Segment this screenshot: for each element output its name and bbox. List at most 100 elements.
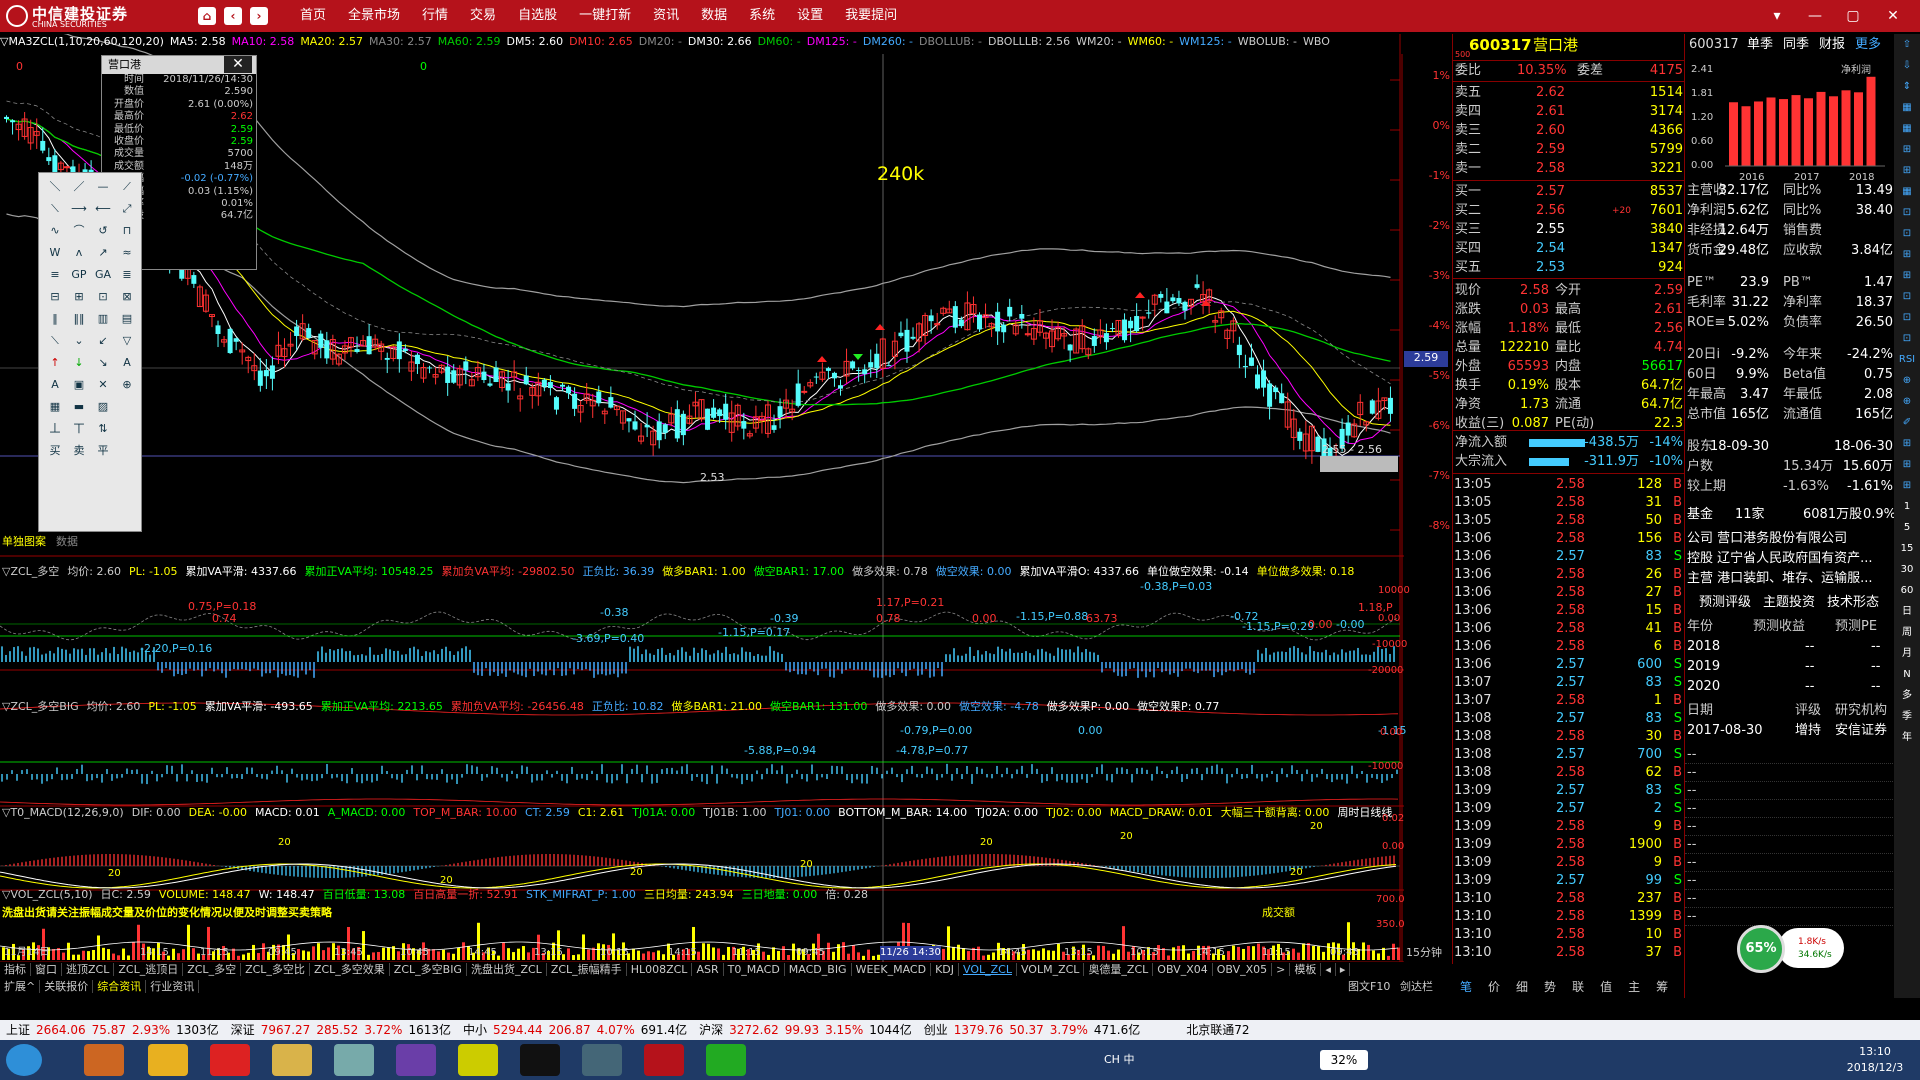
- menu-item[interactable]: 交易: [470, 0, 496, 32]
- sidebar-icon[interactable]: ⊞: [1894, 164, 1920, 178]
- draw-tool-icon[interactable]: ≡: [43, 267, 67, 283]
- app-cmd-icon[interactable]: [520, 1044, 560, 1076]
- sidebar-icon[interactable]: ⊡: [1894, 332, 1920, 346]
- tab-indicator[interactable]: WEEK_MACD: [851, 963, 932, 976]
- close-icon[interactable]: ✕: [1874, 0, 1912, 32]
- draw-tool-icon[interactable]: ↺: [91, 223, 115, 239]
- draw-tool-icon[interactable]: ▨: [91, 399, 115, 415]
- sidebar-icon[interactable]: ⊞: [1894, 437, 1920, 451]
- draw-tool-icon[interactable]: ∿: [43, 223, 67, 239]
- sidebar-icon[interactable]: ▦: [1894, 185, 1920, 199]
- draw-tool-icon[interactable]: ▤: [115, 311, 139, 327]
- app-folder-icon[interactable]: [272, 1044, 312, 1076]
- sidebar-icon[interactable]: 60: [1894, 584, 1920, 598]
- menu-item[interactable]: 行情: [422, 0, 448, 32]
- tab-indicator[interactable]: ZCL_多空: [183, 963, 242, 976]
- draw-tool-icon[interactable]: ↙: [91, 333, 115, 349]
- draw-tool-icon[interactable]: ▦: [43, 399, 67, 415]
- tab-indicator[interactable]: ▸: [1335, 963, 1351, 976]
- sidebar-icon[interactable]: 月: [1894, 647, 1920, 661]
- draw-tool-icon[interactable]: ↘: [91, 355, 115, 371]
- sidebar-icon[interactable]: ⇧: [1894, 38, 1920, 52]
- sidebar-icon[interactable]: ⊡: [1894, 290, 1920, 304]
- draw-tool-icon[interactable]: 买: [43, 443, 67, 459]
- app-vs-icon[interactable]: [396, 1044, 436, 1076]
- tab-info[interactable]: 关联报价: [40, 980, 94, 993]
- sidebar-icon[interactable]: ⊡: [1894, 227, 1920, 241]
- tab-indicator[interactable]: VOLM_ZCL: [1016, 963, 1085, 976]
- tab-info[interactable]: 扩展^: [0, 980, 41, 993]
- tab-info[interactable]: 综合资讯: [93, 980, 147, 993]
- forward-icon[interactable]: ›: [250, 7, 268, 25]
- draw-tool-icon[interactable]: ↗: [91, 245, 115, 261]
- sidebar-icon[interactable]: ⊞: [1894, 143, 1920, 157]
- sidebar-icon[interactable]: 1: [1894, 500, 1920, 514]
- sidebar-icon[interactable]: ⊞: [1894, 458, 1920, 472]
- close-icon[interactable]: ✕: [224, 56, 252, 73]
- sidebar-icon[interactable]: ⊞: [1894, 269, 1920, 283]
- menu-item[interactable]: 自选股: [518, 0, 557, 32]
- sidebar-icon[interactable]: ⊞: [1894, 248, 1920, 262]
- sidebar-icon[interactable]: ⊡: [1894, 311, 1920, 325]
- tab-indicator[interactable]: 奥德量_ZCL: [1084, 963, 1154, 976]
- draw-tool-icon[interactable]: ▽: [115, 333, 139, 349]
- draw-tool-icon[interactable]: ⟵: [91, 201, 115, 217]
- sidebar-icon[interactable]: 多: [1894, 689, 1920, 703]
- sidebar-icon[interactable]: N: [1894, 668, 1920, 682]
- draw-tool-icon[interactable]: ⊠: [115, 289, 139, 305]
- draw-tool-icon[interactable]: —: [91, 179, 115, 195]
- draw-tool-icon[interactable]: ⊡: [91, 289, 115, 305]
- draw-tool-icon[interactable]: ⟶: [67, 201, 91, 217]
- tab-indicator[interactable]: ZCL_多空比: [241, 963, 310, 976]
- sidebar-icon[interactable]: RSI: [1894, 353, 1920, 367]
- draw-toolbox[interactable]: ＼ ／ — ⟋ ⟍ ⟶ ⟵ ⤢ ∿ ⌒ ↺ ⊓ Wʌ ↗ ≈ ≡ GP GA ≣ ⊟ ⊞ ⊡ ⊠ ‖ ‖‖ ▥ ▤ ⟍ ⌄ ↙ ▽ ↑ ↓ ↘ A A…: [38, 172, 142, 532]
- tab-indicator[interactable]: KDJ: [931, 963, 959, 976]
- draw-tool-icon[interactable]: ✕: [91, 377, 115, 393]
- draw-tool-icon[interactable]: A: [115, 355, 139, 371]
- menu-item[interactable]: 全景市场: [348, 0, 400, 32]
- tab-indicator[interactable]: 模板: [1290, 963, 1322, 976]
- draw-tool-icon[interactable]: ‖‖: [67, 311, 91, 327]
- minimize-icon[interactable]: —: [1796, 0, 1834, 32]
- sidebar-icon[interactable]: ⊡: [1894, 206, 1920, 220]
- home-icon[interactable]: ⌂: [198, 7, 216, 25]
- sidebar-icon[interactable]: ▦: [1894, 122, 1920, 136]
- draw-tool-icon[interactable]: ↓: [67, 355, 91, 371]
- tab-indicator[interactable]: T0_MACD: [723, 963, 785, 976]
- menu-item[interactable]: 首页: [300, 0, 326, 32]
- fund-tab[interactable]: 主题投资: [1763, 594, 1815, 612]
- draw-tool-icon[interactable]: A: [43, 377, 67, 393]
- tab-indicator[interactable]: ASR: [692, 963, 724, 976]
- draw-tool-icon[interactable]: GA: [91, 267, 115, 283]
- draw-tool-icon[interactable]: W: [43, 245, 67, 261]
- sidebar-icon[interactable]: 周: [1894, 626, 1920, 640]
- fund-tab[interactable]: 技术形态: [1827, 594, 1879, 612]
- app-notes-icon[interactable]: [334, 1044, 374, 1076]
- sidebar-icon[interactable]: ⊞: [1894, 479, 1920, 493]
- tab-indicator[interactable]: HL008ZCL: [626, 963, 693, 976]
- app-g-icon[interactable]: [210, 1044, 250, 1076]
- tab-indicator[interactable]: OBV_X04: [1153, 963, 1213, 976]
- sidebar-icon[interactable]: 30: [1894, 563, 1920, 577]
- tab-quarter[interactable]: 单季: [1747, 36, 1773, 54]
- menu-item[interactable]: 数据: [701, 0, 727, 32]
- tick-tab[interactable]: 筹: [1656, 980, 1668, 994]
- tick-tab[interactable]: 细: [1516, 980, 1528, 994]
- tab-indicator[interactable]: ZCL_多空效果: [309, 963, 390, 976]
- tab-info-right[interactable]: 剑达栏: [1400, 980, 1433, 994]
- tab-indicator[interactable]: ◂: [1321, 963, 1336, 976]
- menu-item[interactable]: 设置: [797, 0, 823, 32]
- more-link[interactable]: 更多: [1855, 36, 1881, 54]
- sidebar-icon[interactable]: ⊕: [1894, 395, 1920, 409]
- draw-tool-icon[interactable]: 卖: [67, 443, 91, 459]
- sidebar-icon[interactable]: 5: [1894, 521, 1920, 535]
- tick-tab[interactable]: 联: [1572, 980, 1584, 994]
- draw-tool-icon[interactable]: ⌄: [67, 333, 91, 349]
- menu-item[interactable]: 一键打新: [579, 0, 631, 32]
- app-tool-icon[interactable]: [582, 1044, 622, 1076]
- draw-tool-icon[interactable]: ⟍: [43, 333, 67, 349]
- app-chrome-icon[interactable]: [148, 1044, 188, 1076]
- tick-tab[interactable]: 值: [1600, 980, 1612, 994]
- tick-tab[interactable]: 主: [1628, 980, 1640, 994]
- sidebar-icon[interactable]: 季: [1894, 710, 1920, 724]
